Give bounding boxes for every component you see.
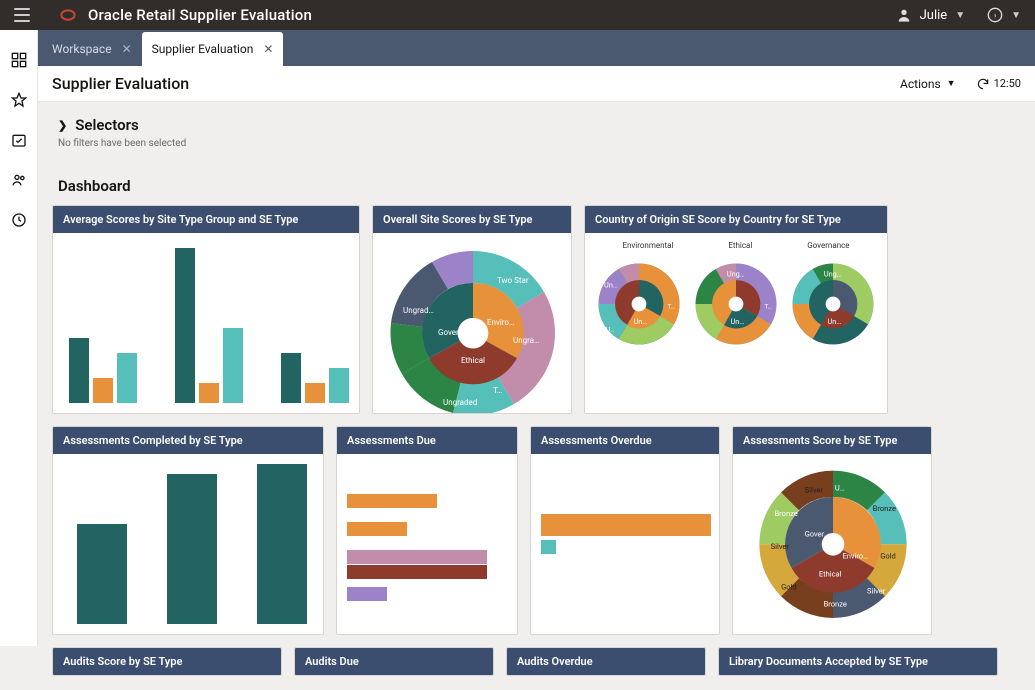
- top-bar: Oracle Retail Supplier Evaluation Julie …: [0, 0, 1035, 30]
- chart-assess-overdue: [531, 454, 719, 634]
- svg-text:Gold: Gold: [781, 583, 797, 592]
- card-title: Audits Due: [295, 648, 493, 675]
- svg-text:Ung…: Ung…: [823, 269, 841, 278]
- svg-text:T…: T…: [765, 303, 772, 311]
- card-overall-site-scores[interactable]: Overall Site Scores by SE Type: [372, 205, 572, 414]
- sub-governance: Governance: [807, 241, 849, 250]
- svg-text:Un…: Un…: [730, 317, 744, 326]
- svg-text:Ungra…: Ungra…: [513, 336, 539, 345]
- card-audits-overdue[interactable]: Audits Overdue: [506, 647, 706, 676]
- page-subheader: Supplier Evaluation Actions ▼ 12:50: [38, 66, 1035, 102]
- chart-overall-site-scores: Two Star Ungra… T… Ungraded Ungrad… Gove…: [373, 233, 571, 413]
- svg-text:Ung…: Ung…: [727, 269, 745, 278]
- card-title: Assessments Completed by SE Type: [53, 427, 323, 454]
- svg-text:T…: T…: [668, 303, 675, 311]
- clock-icon[interactable]: [11, 212, 27, 228]
- chart-assess-score: U… Bronze Gold Silver Bronze Gold Silver…: [733, 454, 931, 634]
- svg-text:Gover…: Gover…: [805, 530, 829, 539]
- svg-text:Bronze: Bronze: [873, 504, 896, 513]
- chevron-down-icon: ▼: [955, 10, 965, 21]
- svg-text:Ungraded: Ungraded: [443, 398, 477, 407]
- card-avg-scores[interactable]: Average Scores by Site Type Group and SE…: [52, 205, 360, 414]
- actions-menu[interactable]: Actions ▼: [900, 77, 956, 91]
- svg-text:Two Star: Two Star: [497, 276, 529, 285]
- sub-environmental: Environmental: [622, 241, 673, 250]
- svg-text:Ungrad…: Ungrad…: [403, 306, 434, 315]
- chevron-down-icon: ▼: [1011, 10, 1021, 21]
- svg-text:Bronze: Bronze: [774, 509, 797, 518]
- card-audits-due[interactable]: Audits Due: [294, 647, 494, 676]
- user-name: Julie: [920, 8, 948, 23]
- svg-text:Enviro…: Enviro…: [487, 318, 514, 327]
- card-title: Assessments Due: [337, 427, 517, 454]
- card-title: Assessments Score by SE Type: [733, 427, 931, 454]
- tabs-bar: Workspace ✕ Supplier Evaluation ✕: [38, 30, 1035, 66]
- tab-workspace[interactable]: Workspace ✕: [42, 32, 142, 66]
- svg-text:Un…: Un…: [634, 317, 648, 326]
- chart-country-origin: Environmental Ethical Governance Un… Un… T…: [585, 233, 887, 413]
- refresh-icon: [976, 77, 990, 91]
- menu-icon[interactable]: [14, 8, 30, 22]
- card-assess-due[interactable]: Assessments Due: [336, 426, 518, 635]
- svg-text:Silver: Silver: [805, 485, 824, 494]
- card-title: Audits Overdue: [507, 648, 705, 675]
- selectors-toggle[interactable]: ❯ Selectors: [52, 116, 1021, 134]
- chevron-down-icon: ▼: [947, 78, 956, 89]
- sub-ethical: Ethical: [728, 241, 752, 250]
- card-title: Library Documents Accepted by SE Type: [719, 648, 997, 675]
- close-icon[interactable]: ✕: [122, 42, 132, 56]
- chart-assess-completed: [53, 454, 323, 634]
- dashboard-heading: Dashboard: [52, 177, 1021, 195]
- refresh-time: 12:50: [994, 77, 1021, 90]
- card-title: Audits Score by SE Type: [53, 648, 281, 675]
- no-filters-text: No filters have been selected: [52, 138, 1021, 149]
- tab-label: Workspace: [52, 42, 112, 56]
- selectors-label: Selectors: [75, 116, 138, 134]
- refresh-button[interactable]: 12:50: [976, 77, 1021, 91]
- svg-text:Ethical: Ethical: [819, 569, 842, 578]
- tab-label: Supplier Evaluation: [152, 42, 254, 56]
- tab-supplier-evaluation[interactable]: Supplier Evaluation ✕: [142, 32, 284, 66]
- help-icon[interactable]: ?: [987, 7, 1003, 23]
- user-icon: [896, 7, 912, 23]
- people-icon[interactable]: [11, 172, 27, 188]
- page-title: Supplier Evaluation: [52, 74, 189, 93]
- svg-text:Un…: Un…: [827, 317, 841, 326]
- svg-text:Enviro…: Enviro…: [842, 551, 868, 560]
- app-title: Oracle Retail Supplier Evaluation: [88, 6, 312, 24]
- svg-text:Bronze: Bronze: [824, 600, 847, 609]
- svg-text:Silver: Silver: [771, 542, 790, 551]
- calendar-check-icon[interactable]: [11, 132, 27, 148]
- card-assess-score[interactable]: Assessments Score by SE Type: [732, 426, 932, 635]
- svg-text:Gold: Gold: [880, 551, 896, 560]
- card-country-origin[interactable]: Country of Origin SE Score by Country fo…: [584, 205, 888, 414]
- svg-text:Un…: Un…: [604, 280, 618, 289]
- svg-text:Govern…: Govern…: [438, 328, 469, 337]
- svg-text:?: ?: [994, 14, 997, 20]
- oracle-brand-icon: [60, 7, 76, 23]
- grid-icon[interactable]: [11, 52, 27, 68]
- card-assess-completed[interactable]: Assessments Completed by SE Type: [52, 426, 324, 635]
- card-title: Overall Site Scores by SE Type: [373, 206, 571, 233]
- content-area: ❯ Selectors No filters have been selecte…: [38, 102, 1035, 690]
- svg-text:T…: T…: [493, 386, 502, 395]
- card-title: Assessments Overdue: [531, 427, 719, 454]
- chart-avg-scores: [53, 233, 359, 413]
- card-library-docs[interactable]: Library Documents Accepted by SE Type: [718, 647, 998, 676]
- svg-text:Silver: Silver: [867, 586, 886, 595]
- svg-text:Ethical: Ethical: [461, 356, 485, 365]
- left-nav-rail: [0, 30, 38, 646]
- card-title: Country of Origin SE Score by Country fo…: [585, 206, 887, 233]
- chevron-right-icon: ❯: [58, 119, 67, 132]
- card-audits-score[interactable]: Audits Score by SE Type: [52, 647, 282, 676]
- svg-text:U…: U…: [835, 483, 845, 492]
- star-icon[interactable]: [11, 92, 27, 108]
- chart-assess-due: [337, 454, 517, 634]
- close-icon[interactable]: ✕: [263, 42, 273, 56]
- card-title: Average Scores by Site Type Group and SE…: [53, 206, 359, 233]
- svg-text:U…: U…: [606, 326, 614, 334]
- card-assess-overdue[interactable]: Assessments Overdue: [530, 426, 720, 635]
- user-menu[interactable]: Julie ▼ ? ▼: [896, 7, 1021, 23]
